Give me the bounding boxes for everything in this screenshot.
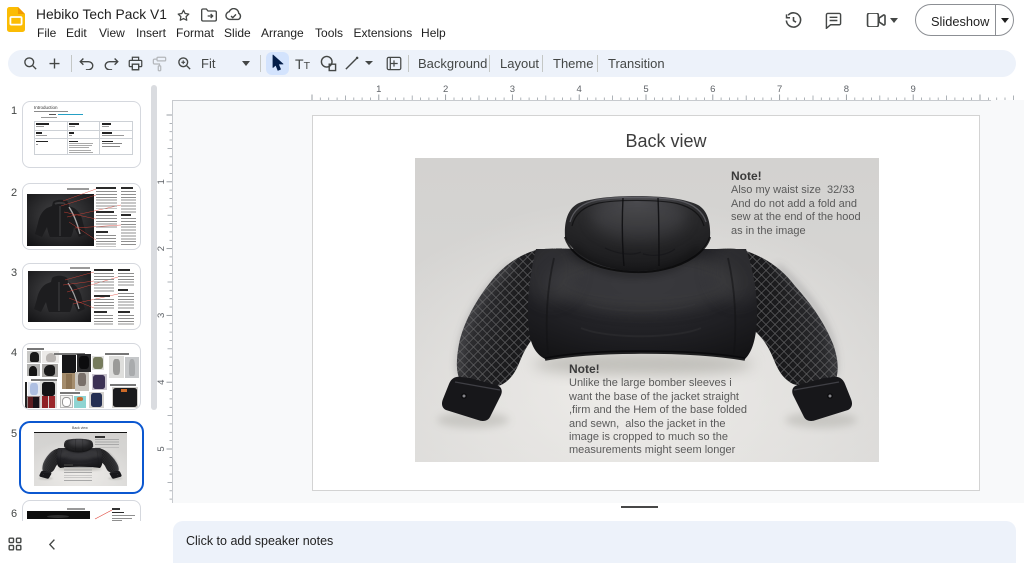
svg-text:5: 5 bbox=[643, 84, 648, 95]
svg-text:8: 8 bbox=[844, 84, 849, 95]
svg-text:3: 3 bbox=[156, 313, 167, 318]
svg-text:2: 2 bbox=[156, 246, 167, 251]
svg-text:5: 5 bbox=[156, 446, 167, 451]
svg-text:1: 1 bbox=[376, 84, 381, 95]
svg-text:2: 2 bbox=[443, 84, 448, 95]
svg-text:6: 6 bbox=[710, 84, 715, 95]
svg-text:3: 3 bbox=[510, 84, 515, 95]
svg-text:4: 4 bbox=[577, 84, 582, 95]
svg-text:9: 9 bbox=[911, 84, 916, 95]
svg-text:7: 7 bbox=[777, 84, 782, 95]
svg-text:4: 4 bbox=[156, 380, 167, 385]
svg-text:1: 1 bbox=[156, 179, 167, 184]
